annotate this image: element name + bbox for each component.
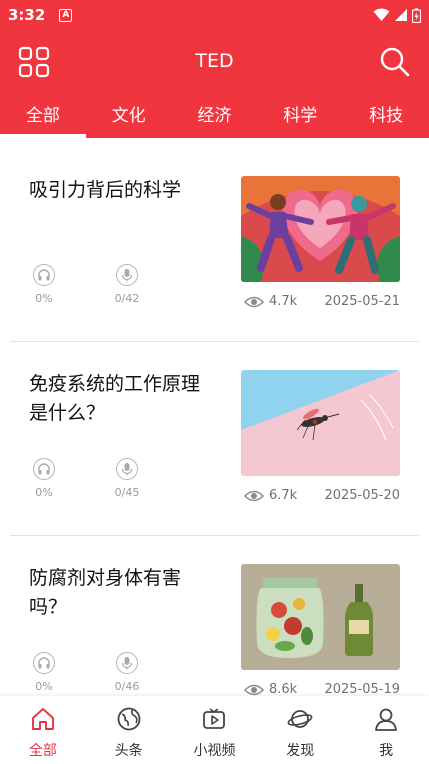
app-title: TED — [195, 50, 234, 72]
listen-percent: 0% — [35, 292, 53, 305]
nav-label: 头条 — [114, 743, 143, 759]
record-count: 0/46 — [114, 680, 140, 693]
view-count: 6.7k — [269, 488, 298, 503]
globe-icon — [117, 707, 141, 731]
view-count: 4.7k — [269, 294, 298, 309]
eye-icon — [244, 684, 264, 695]
nav-label: 我 — [379, 743, 394, 759]
eye-icon — [244, 490, 264, 501]
nav-short-video[interactable]: 小视频 — [172, 696, 258, 764]
nav-discover[interactable]: 发现 — [257, 696, 343, 764]
tab-economy[interactable]: 经济 — [172, 94, 258, 138]
dancing-couple-illustration[interactable] — [241, 176, 400, 282]
record-stat: 0/42 — [107, 264, 147, 305]
record-count: 0/42 — [114, 292, 140, 305]
battery-icon — [412, 7, 421, 23]
article-card[interactable]: 免疫系统的工作原理是什么？ 0% 0/45 6.7k 2025-05-20 — [10, 342, 419, 536]
record-stat: 0/46 — [107, 652, 147, 693]
article-meta: 6.7k 2025-05-20 — [244, 488, 400, 503]
listen-stat: 0% — [24, 458, 64, 499]
tab-technology[interactable]: 科技 — [343, 94, 429, 138]
listen-percent: 0% — [35, 486, 53, 499]
wifi-icon — [373, 8, 390, 21]
article-meta: 8.6k 2025-05-19 — [244, 682, 400, 697]
publish-date: 2025-05-20 — [324, 488, 400, 503]
home-icon — [31, 708, 54, 730]
article-list: 吸引力背后的科学 0% 0/42 4.7k 2025-05-21 免疫系统的工作… — [10, 148, 419, 730]
listen-percent: 0% — [35, 680, 53, 693]
headphones-icon — [33, 264, 55, 286]
view-count: 8.6k — [269, 682, 298, 697]
status-time: 3:32 — [8, 6, 46, 24]
nav-label: 全部 — [28, 743, 57, 759]
article-meta: 4.7k 2025-05-21 — [244, 294, 400, 309]
record-stat: 0/45 — [107, 458, 147, 499]
headphones-icon — [33, 458, 55, 480]
eye-icon — [244, 296, 264, 307]
microphone-icon — [116, 652, 138, 674]
user-icon — [375, 708, 397, 731]
nav-me[interactable]: 我 — [343, 696, 429, 764]
nav-headlines[interactable]: 头条 — [86, 696, 172, 764]
app-bar: TED — [0, 30, 429, 94]
article-card[interactable]: 吸引力背后的科学 0% 0/42 4.7k 2025-05-21 — [10, 148, 419, 342]
listen-stat: 0% — [24, 652, 64, 693]
tab-science[interactable]: 科学 — [257, 94, 343, 138]
microphone-icon — [116, 264, 138, 286]
article-title: 防腐剂对身体有害吗？ — [29, 567, 182, 618]
signal-icon — [395, 9, 407, 21]
planet-icon — [287, 710, 313, 728]
category-tabs: 全部 文化 经济 科学 科技 — [0, 94, 429, 138]
search-icon[interactable] — [379, 46, 411, 78]
nav-label: 发现 — [286, 743, 315, 759]
record-count: 0/45 — [114, 486, 140, 499]
video-play-icon — [203, 708, 226, 729]
nav-label: 小视频 — [193, 743, 236, 759]
publish-date: 2025-05-21 — [324, 294, 400, 309]
article-title: 免疫系统的工作原理是什么？ — [29, 373, 201, 424]
tab-culture[interactable]: 文化 — [86, 94, 172, 138]
notification-a-icon: A — [59, 8, 73, 22]
tab-all[interactable]: 全部 — [0, 94, 86, 138]
pickle-jar-illustration[interactable] — [241, 564, 400, 670]
article-title: 吸引力背后的科学 — [29, 179, 182, 201]
listen-stat: 0% — [24, 264, 64, 305]
bottom-nav: 全部 头条 小视频 发现 我 — [0, 696, 429, 764]
status-bar: 3:32 A — [0, 0, 429, 30]
nav-all[interactable]: 全部 — [0, 696, 86, 764]
publish-date: 2025-05-19 — [324, 682, 400, 697]
headphones-icon — [33, 652, 55, 674]
mosquito-illustration[interactable] — [241, 370, 400, 476]
microphone-icon — [116, 458, 138, 480]
status-right-icons — [373, 7, 421, 23]
